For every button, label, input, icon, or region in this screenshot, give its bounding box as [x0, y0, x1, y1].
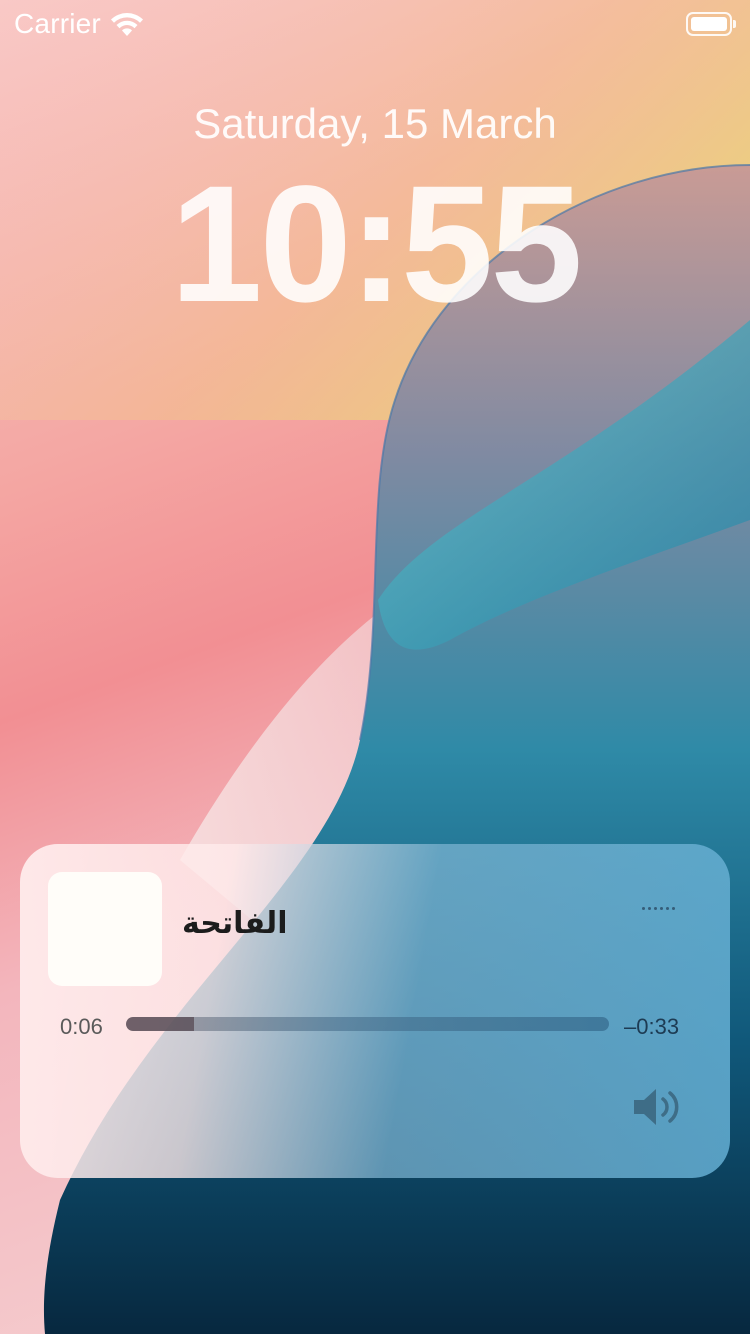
track-title: الفاتحة [182, 906, 288, 941]
more-dots-icon [641, 906, 645, 910]
carrier-label: Carrier [14, 8, 101, 39]
battery-icon [686, 12, 732, 36]
wifi-icon [111, 13, 143, 36]
battery-cap [733, 20, 736, 28]
lock-screen-date: Saturday, 15 March [193, 100, 557, 147]
more-options-button[interactable] [634, 898, 682, 918]
album-artwork[interactable] [48, 872, 162, 986]
playback-scrubber[interactable] [126, 1017, 609, 1031]
status-bar: Carrier [0, 0, 750, 48]
speaker-volume-icon[interactable] [630, 1084, 686, 1130]
remaining-time: –0:33 [624, 1014, 680, 1039]
elapsed-time: 0:06 [60, 1014, 103, 1039]
now-playing-widget[interactable]: الفاتحة 0:06 –0:33 [20, 844, 730, 1178]
scrubber-progress [126, 1017, 194, 1031]
lock-screen-time: 10:55 [170, 152, 583, 337]
